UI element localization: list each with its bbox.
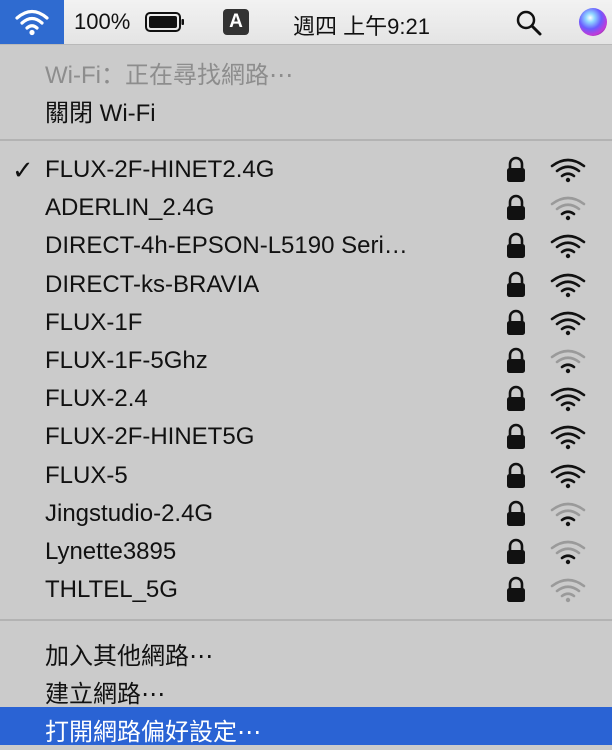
menu-bar: 100% A 週四 上午9:21 <box>0 0 612 45</box>
network-item[interactable]: Lynette3895 <box>0 533 612 571</box>
lock-icon <box>507 538 525 564</box>
wifi-signal-icon <box>550 349 586 374</box>
open-network-preferences-label: 打開網路偏好設定⋯ <box>45 719 261 746</box>
network-item[interactable]: ADERLIN_2.4G <box>0 189 612 227</box>
lock-icon <box>507 385 525 412</box>
lock-icon <box>507 500 525 526</box>
lock-icon <box>507 194 525 221</box>
network-item[interactable]: DIRECT-ks-BRAVIA <box>0 266 612 304</box>
wifi-signal-icon <box>550 235 586 259</box>
network-name: Jingstudio-2.4G <box>45 499 214 527</box>
wifi-signal-icon <box>550 426 586 450</box>
network-name: THLTEL_5G <box>45 576 178 604</box>
create-network-item[interactable]: 建立網路⋯ <box>0 669 612 708</box>
wifi-menu-button[interactable] <box>0 0 64 44</box>
create-network-label: 建立網路⋯ <box>45 681 165 708</box>
wifi-icon <box>15 9 49 36</box>
menubar-clock[interactable]: 週四 上午9:21 <box>293 9 430 41</box>
join-other-network-label: 加入其他網路⋯ <box>45 643 213 670</box>
network-item[interactable]: FLUX-2F-HINET5G <box>0 418 612 456</box>
network-item[interactable]: Jingstudio-2.4G <box>0 495 612 533</box>
lock-icon <box>507 424 525 450</box>
network-item[interactable]: DIRECT-4h-EPSON-L5190 Seri… <box>0 227 612 265</box>
network-item[interactable]: FLUX-1F-5Ghz <box>0 342 612 380</box>
wifi-signal-icon <box>550 311 586 335</box>
wifi-signal-icon <box>550 502 586 526</box>
wifi-signal-icon <box>550 387 586 412</box>
lock-icon <box>507 462 525 488</box>
network-name: FLUX-2F-HINET2.4G <box>45 156 275 183</box>
lock-icon <box>507 347 525 373</box>
search-icon[interactable] <box>515 9 543 37</box>
battery-percent: 100% <box>74 9 131 34</box>
wifi-signal-icon <box>550 273 586 297</box>
open-network-preferences-item[interactable]: 打開網路偏好設定⋯ <box>0 707 612 746</box>
network-name: ADERLIN_2.4G <box>45 194 215 222</box>
input-source-indicator[interactable]: A <box>223 9 249 35</box>
menu-separator <box>0 619 612 621</box>
network-item[interactable]: THLTEL_5G <box>0 571 612 609</box>
wifi-signal-icon <box>550 540 586 565</box>
network-name: FLUX-2F-HINET5G <box>45 423 255 451</box>
wifi-dropdown-menu: Wi-Fi：正在尋找網路⋯ 關閉 Wi-Fi ✓ FLUX-2F-HINET2.4… <box>0 45 612 750</box>
wifi-signal-icon <box>550 578 586 603</box>
turn-off-wifi-item[interactable]: 關閉 Wi-Fi <box>45 93 156 128</box>
wifi-status-text: Wi-Fi：正在尋找網路⋯ <box>45 62 293 89</box>
wifi-signal-icon <box>550 464 586 488</box>
lock-icon <box>507 156 525 182</box>
network-list: ✓ FLUX-2F-HINET2.4G ADERLIN_2.4G DIRECT-4h-… <box>0 151 612 609</box>
network-item[interactable]: FLUX-2.4 <box>0 380 612 418</box>
network-name: FLUX-2.4 <box>45 385 148 413</box>
network-item[interactable]: FLUX-5 <box>0 457 612 495</box>
lock-icon <box>507 309 525 335</box>
menu-separator <box>0 139 612 141</box>
network-name: Lynette3895 <box>45 537 177 565</box>
network-name: FLUX-1F <box>45 308 143 336</box>
wifi-signal-icon <box>550 158 586 183</box>
siri-icon[interactable] <box>579 8 607 36</box>
join-other-network-item[interactable]: 加入其他網路⋯ <box>0 631 612 670</box>
network-name: FLUX-1F-5Ghz <box>45 346 208 374</box>
checkmark-icon: ✓ <box>12 155 34 185</box>
lock-icon <box>507 233 525 259</box>
network-name: DIRECT-4h-EPSON-L5190 Seri… <box>45 232 408 260</box>
battery-icon[interactable] <box>145 12 185 32</box>
network-name: FLUX-5 <box>45 461 128 489</box>
network-item[interactable]: FLUX-1F <box>0 304 612 342</box>
network-name: DIRECT-ks-BRAVIA <box>45 270 260 298</box>
network-item[interactable]: ✓ FLUX-2F-HINET2.4G <box>0 151 612 189</box>
wifi-signal-icon <box>550 196 586 221</box>
lock-icon <box>507 576 525 603</box>
lock-icon <box>507 271 525 297</box>
